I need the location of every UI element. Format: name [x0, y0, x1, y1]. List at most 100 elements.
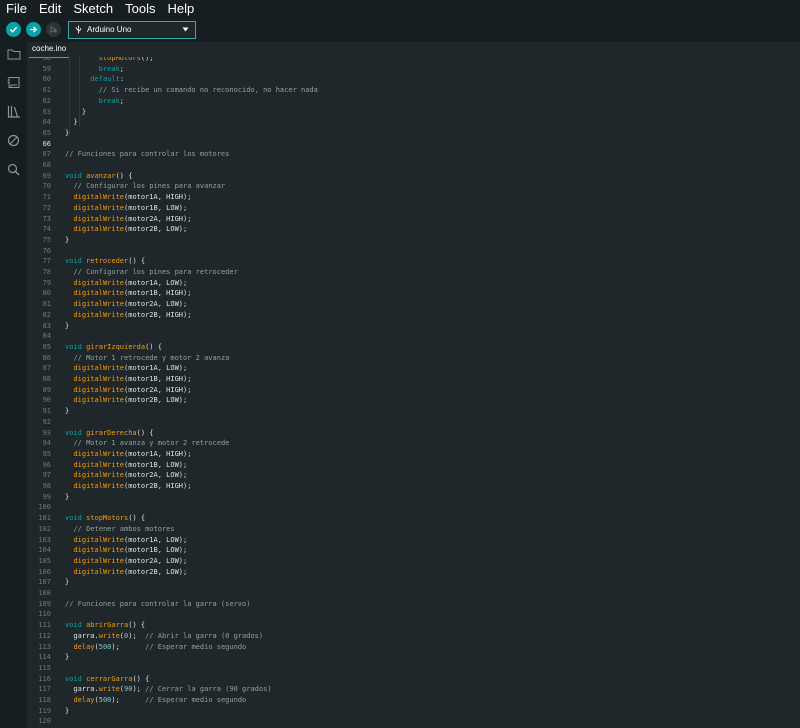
code-line[interactable]: 79 digitalWrite(motor1A, LOW); [27, 278, 800, 289]
code-line[interactable]: 83} [27, 321, 800, 332]
code-line[interactable]: 90 digitalWrite(motor2B, LOW); [27, 395, 800, 406]
code-line[interactable]: 77 void retroceder() { [27, 256, 800, 267]
code-line[interactable]: 62 break; [27, 96, 800, 107]
code-text: } [65, 407, 70, 416]
line-number: 95 [42, 449, 51, 458]
code-line[interactable]: 86 // Motor 1 retrocede y motor 2 avanza [27, 353, 800, 364]
line-number: 102 [38, 524, 51, 533]
code-line[interactable]: 119} [27, 706, 800, 717]
code-text: delay(500); // Esperar medio segundo [73, 696, 247, 704]
line-number: 97 [42, 471, 51, 480]
code-line[interactable]: 104 digitalWrite(motor1B, LOW); [27, 545, 800, 556]
code-line[interactable]: 81 digitalWrite(motor2A, LOW); [27, 299, 800, 310]
code-line[interactable]: 117 garra.write(90); // Cerrar la garra … [27, 684, 800, 695]
code-line[interactable]: 84 [27, 331, 800, 342]
line-number: 64 [42, 118, 51, 127]
code-line[interactable]: 95 digitalWrite(motor1A, HIGH); [27, 449, 800, 460]
line-number: 82 [42, 310, 51, 319]
line-number: 106 [38, 567, 51, 576]
code-line[interactable]: 101 void stopMotors() { [27, 513, 800, 524]
code-line[interactable]: 94 // Motor 1 avanza y motor 2 retrocede [27, 438, 800, 449]
code-text: void avanzar() { [65, 171, 133, 180]
code-line[interactable]: 74 digitalWrite(motor2B, LOW); [27, 224, 800, 235]
line-number: 77 [42, 257, 51, 266]
code-text: digitalWrite(motor2A, LOW); [73, 556, 188, 565]
code-line[interactable]: 89 digitalWrite(motor2A, HIGH); [27, 385, 800, 396]
code-line[interactable]: 97 digitalWrite(motor2A, LOW); [27, 470, 800, 481]
menu-sketch[interactable]: Sketch [67, 0, 119, 17]
code-line[interactable]: 120 [27, 716, 800, 727]
code-line[interactable]: 108 [27, 588, 800, 599]
menu-file[interactable]: File [0, 0, 33, 17]
code-text: digitalWrite(motor2B, LOW); [73, 225, 188, 234]
code-line[interactable]: 60 default: [27, 74, 800, 85]
code-line[interactable]: 107} [27, 577, 800, 588]
upload-button[interactable] [26, 22, 41, 37]
verify-button[interactable] [6, 22, 21, 37]
code-text: void retroceder() { [65, 257, 146, 266]
code-line[interactable]: 115 [27, 663, 800, 674]
code-line[interactable]: 64 } [27, 117, 800, 128]
code-line[interactable]: 99} [27, 492, 800, 503]
menu-help[interactable]: Help [161, 0, 200, 17]
debug-button[interactable] [46, 22, 61, 37]
code-editor[interactable]: 58 stopMotors(); 59 break; 60 default: 61 /… [27, 57, 800, 728]
code-line[interactable]: 102 // Detener ambos motores [27, 524, 800, 535]
code-line[interactable]: 82 digitalWrite(motor2B, HIGH); [27, 310, 800, 321]
code-line[interactable]: 109 // Funciones para controlar la garra … [27, 599, 800, 610]
code-line[interactable]: 61 // Si recibe un comando no reconocido… [27, 85, 800, 96]
line-number: 75 [42, 235, 51, 244]
code-line[interactable]: 72 digitalWrite(motor1B, LOW); [27, 203, 800, 214]
usb-icon [75, 25, 82, 34]
code-line[interactable]: 92 [27, 417, 800, 428]
code-line[interactable]: 76 [27, 246, 800, 257]
boards-manager-button[interactable] [6, 75, 21, 90]
code-line[interactable]: 78 // Configurar los pines para retroced… [27, 267, 800, 278]
code-line[interactable]: 91} [27, 406, 800, 417]
code-line[interactable]: 105 digitalWrite(motor2A, LOW); [27, 556, 800, 567]
code-line[interactable]: 98 digitalWrite(motor2B, HIGH); [27, 481, 800, 492]
code-line[interactable]: 96 digitalWrite(motor1B, LOW); [27, 460, 800, 471]
code-line[interactable]: 87 digitalWrite(motor1A, LOW); [27, 363, 800, 374]
code-line[interactable]: 71 digitalWrite(motor1A, HIGH); [27, 192, 800, 203]
code-line[interactable]: 66 [27, 139, 800, 150]
debug-icon [7, 134, 20, 147]
search-button[interactable] [6, 162, 21, 177]
code-line[interactable]: 103 digitalWrite(motor1A, LOW); [27, 535, 800, 546]
code-line[interactable]: 111 void abrirGarra() { [27, 620, 800, 631]
code-line[interactable]: 114} [27, 652, 800, 663]
code-line[interactable]: 110 [27, 609, 800, 620]
code-line[interactable]: 85 void girarIzquierda() { [27, 342, 800, 353]
library-manager-button[interactable] [6, 104, 21, 119]
debugger-button[interactable] [6, 133, 21, 148]
code-text: void cerrarGarra() { [65, 674, 150, 683]
code-line[interactable]: 116 void cerrarGarra() { [27, 674, 800, 685]
code-line[interactable]: 80 digitalWrite(motor1B, HIGH); [27, 288, 800, 299]
code-line[interactable]: 106 digitalWrite(motor2B, LOW); [27, 567, 800, 578]
code-line[interactable]: 59 break; [27, 64, 800, 75]
menu-tools[interactable]: Tools [119, 0, 161, 17]
code-line[interactable]: 118 delay(500); // Esperar medio segundo [27, 695, 800, 706]
code-line[interactable]: 88 digitalWrite(motor1B, HIGH); [27, 374, 800, 385]
code-line[interactable]: 63 } [27, 107, 800, 118]
menu-edit[interactable]: Edit [33, 0, 67, 17]
code-text: } [65, 653, 70, 662]
board-selector[interactable]: Arduino Uno [68, 20, 196, 39]
code-line[interactable]: 69 void avanzar() { [27, 171, 800, 182]
line-number: 119 [38, 706, 51, 715]
code-line[interactable]: 58 stopMotors(); [27, 57, 800, 64]
code-line[interactable]: 73 digitalWrite(motor2A, HIGH); [27, 214, 800, 225]
line-number: 91 [42, 407, 51, 416]
sketchbook-button[interactable] [6, 46, 21, 61]
code-line[interactable]: 70 // Configurar los pines para avanzar [27, 181, 800, 192]
code-line[interactable]: 67 // Funciones para controlar los motore… [27, 149, 800, 160]
code-line[interactable]: 100 [27, 502, 800, 513]
line-number: 90 [42, 396, 51, 405]
code-line[interactable]: 75} [27, 235, 800, 246]
code-line[interactable]: 113 delay(500); // Esperar medio segundo [27, 642, 800, 653]
code-line[interactable]: 65} [27, 128, 800, 139]
tab-coche-ino[interactable]: coche.ino [29, 42, 70, 58]
code-line[interactable]: 68 [27, 160, 800, 171]
code-line[interactable]: 93 void girarDerecha() { [27, 428, 800, 439]
code-line[interactable]: 112 garra.write(0); // Abrir la garra (0… [27, 631, 800, 642]
